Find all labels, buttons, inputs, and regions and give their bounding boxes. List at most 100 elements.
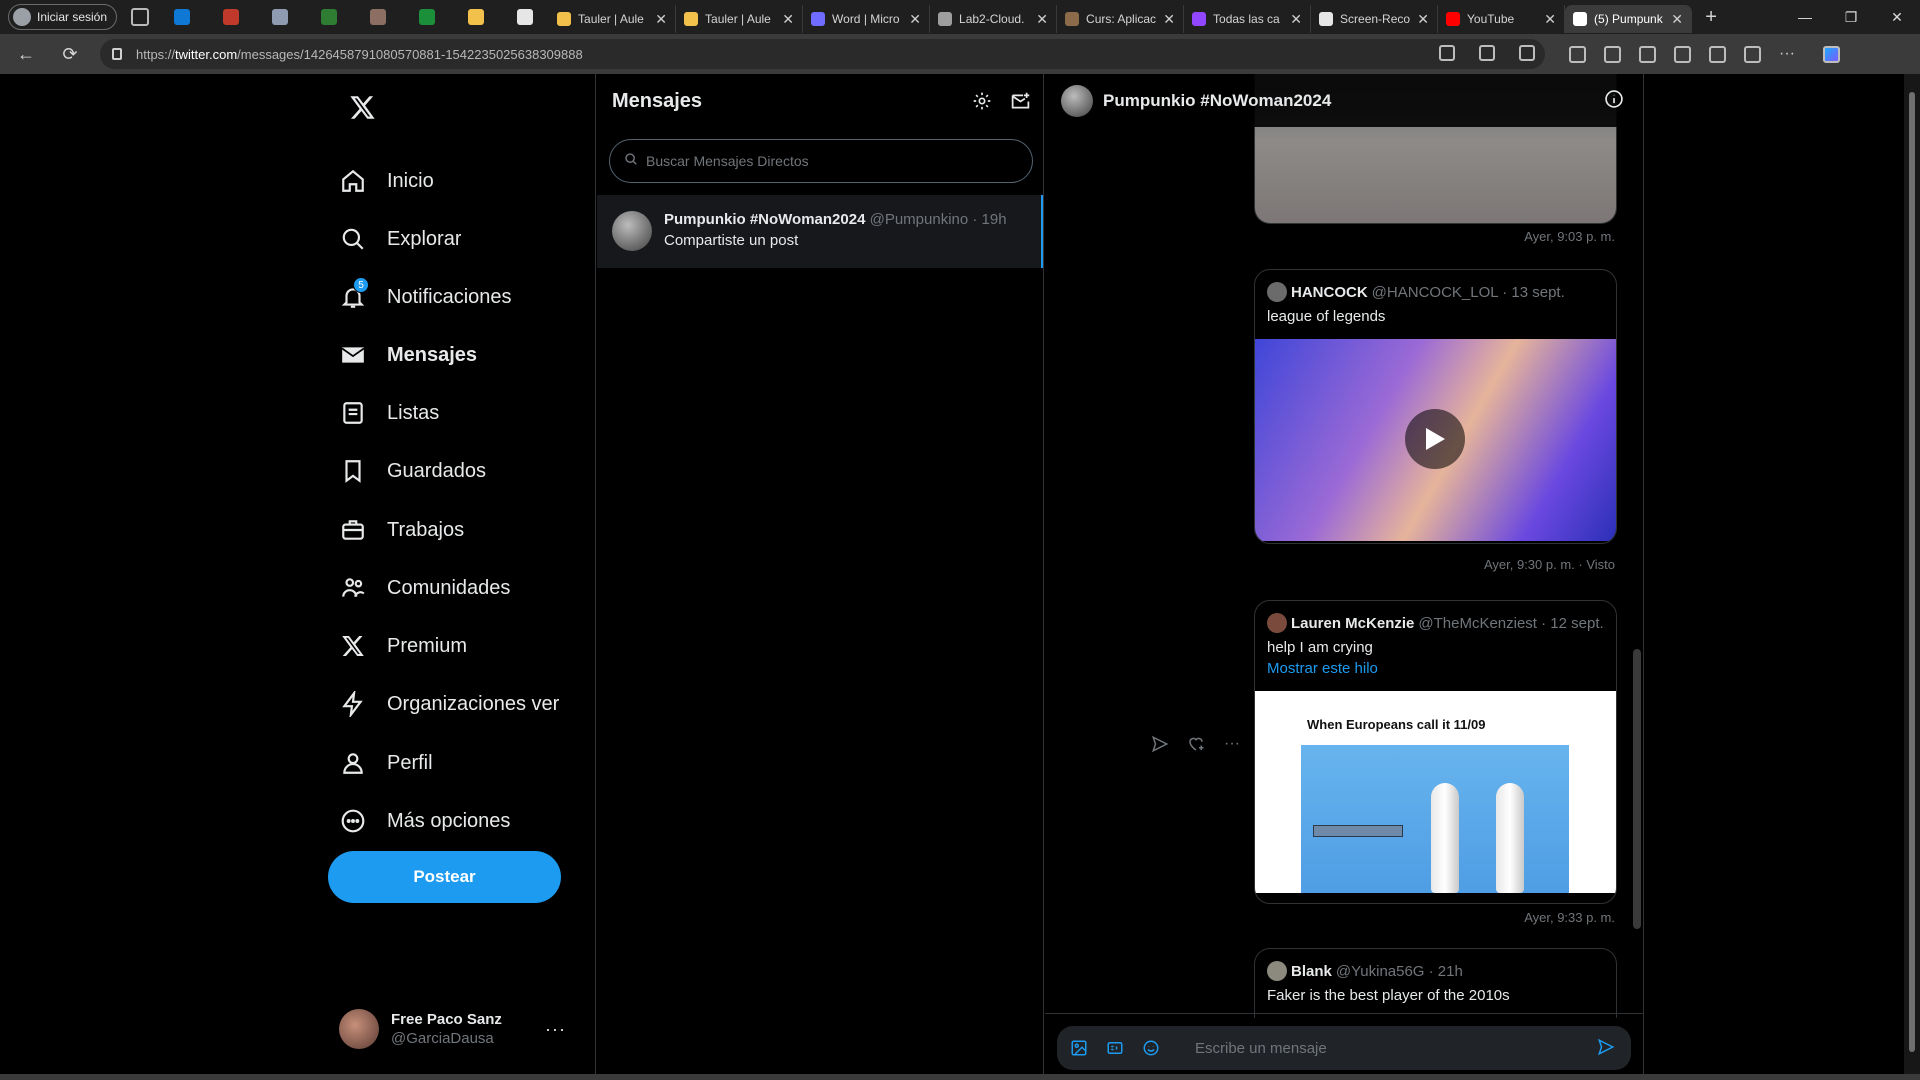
- close-tab-icon[interactable]: ✕: [1417, 11, 1429, 28]
- post-text: help I am crying: [1267, 639, 1373, 656]
- nav-label: Organizaciones ver: [387, 692, 560, 715]
- tab-favicon-icon: [811, 12, 826, 26]
- close-tab-icon[interactable]: ✕: [1036, 11, 1048, 28]
- send-icon[interactable]: [1597, 1038, 1617, 1058]
- close-tab-icon[interactable]: ✕: [1544, 11, 1556, 28]
- nav-item-notificaciones[interactable]: 5 Notificaciones: [326, 272, 576, 322]
- shared-post-card[interactable]: HANCOCK @HANCOCK_LOL · 13 sept. league of…: [1254, 269, 1617, 544]
- collections-icon[interactable]: [1709, 45, 1726, 63]
- nav-item-trabajos[interactable]: Trabajos: [326, 505, 576, 555]
- shared-post-card[interactable]: Lauren McKenzie @TheMcKenziest · 12 sept.…: [1254, 600, 1617, 904]
- browser-tab[interactable]: Lab2-Cloud. ✕: [930, 5, 1058, 33]
- pinned-tab[interactable]: [402, 0, 451, 34]
- performance-icon[interactable]: [1744, 45, 1761, 63]
- restore-icon[interactable]: ❐: [1828, 0, 1874, 34]
- read-aloud-icon[interactable]: [1479, 45, 1495, 61]
- nav-label: Premium: [387, 634, 468, 657]
- browser-toolbar: ← ⟳ https://twitter.com/messages/1426458…: [0, 34, 1920, 74]
- copilot-icon[interactable]: [1822, 45, 1840, 63]
- tab-favicon-icon: [1192, 12, 1207, 26]
- close-tab-icon[interactable]: ✕: [655, 11, 667, 28]
- post-author-name: HANCOCK: [1291, 283, 1368, 301]
- new-message-icon[interactable]: [1009, 90, 1031, 112]
- nav-item-inicio[interactable]: Inicio: [326, 156, 576, 206]
- nav-item-mas-opciones[interactable]: Más opciones: [326, 796, 576, 846]
- share-icon[interactable]: [1150, 734, 1170, 754]
- page-scrollbar[interactable]: [1904, 74, 1920, 1074]
- browser-tab[interactable]: Screen-Reco ✕: [1311, 5, 1439, 33]
- gear-icon[interactable]: [971, 90, 993, 112]
- browser-menu-icon[interactable]: ···: [1779, 46, 1795, 62]
- browser-tab[interactable]: Todas las ca ✕: [1184, 5, 1312, 33]
- play-icon[interactable]: [1405, 409, 1465, 469]
- video-thumbnail[interactable]: [1255, 339, 1616, 541]
- app-install-icon[interactable]: [1439, 45, 1455, 61]
- shared-post-card[interactable]: Blank @Yukina56G · 21h Faker is the best …: [1254, 948, 1617, 1018]
- show-thread-link[interactable]: Mostrar este hilo: [1255, 656, 1616, 677]
- browser-tab[interactable]: YouTube ✕: [1438, 5, 1566, 33]
- extensions-icon[interactable]: [1604, 45, 1621, 63]
- account-switcher[interactable]: Free Paco Sanz @GarciaDausa ···: [326, 997, 576, 1061]
- close-tab-icon[interactable]: ✕: [1163, 11, 1175, 28]
- minimize-icon[interactable]: —: [1782, 0, 1828, 34]
- pinned-tab[interactable]: [451, 0, 500, 34]
- image-plane: [1431, 783, 1459, 893]
- close-window-icon[interactable]: ✕: [1874, 0, 1920, 34]
- back-button[interactable]: ←: [8, 38, 44, 70]
- close-tab-icon[interactable]: ✕: [909, 11, 921, 28]
- pinned-tab[interactable]: [353, 0, 402, 34]
- nav-item-perfil[interactable]: Perfil: [326, 738, 576, 788]
- conversation-item[interactable]: Pumpunkio #NoWoman2024 @Pumpunkino · 19h…: [597, 195, 1043, 268]
- new-tab-button[interactable]: +: [1696, 6, 1726, 29]
- more-dots-icon[interactable]: ···: [1222, 734, 1242, 754]
- refresh-button[interactable]: ⟳: [52, 38, 88, 70]
- post-text: Faker is the best player of the 2010s: [1267, 987, 1510, 1004]
- nav-item-comunidades[interactable]: Comunidades: [326, 563, 576, 613]
- close-tab-icon[interactable]: ✕: [1290, 11, 1302, 28]
- pinned-tab[interactable]: [206, 0, 255, 34]
- x-logo-icon[interactable]: [339, 84, 385, 130]
- avatar: [1267, 613, 1287, 633]
- conversation-scrollbar[interactable]: [1633, 649, 1641, 929]
- favorite-star-icon[interactable]: [1519, 45, 1535, 61]
- more-dots-icon[interactable]: ···: [545, 1019, 566, 1040]
- pinned-tab[interactable]: [500, 0, 549, 34]
- favorites-icon[interactable]: [1674, 45, 1691, 63]
- close-tab-icon[interactable]: ✕: [1671, 11, 1683, 28]
- message-input[interactable]: [1195, 1039, 1595, 1057]
- avatar: [612, 211, 652, 251]
- split-screen-icon[interactable]: [1639, 45, 1656, 63]
- pinned-tab[interactable]: [304, 0, 353, 34]
- browser-tab[interactable]: Word | Micro ✕: [803, 5, 931, 33]
- pinned-tab[interactable]: [157, 0, 206, 34]
- dm-search-box[interactable]: [609, 139, 1033, 183]
- conversation-title: Pumpunkio #NoWoman2024: [1103, 90, 1332, 110]
- address-bar[interactable]: https://twitter.com/messages/14264587910…: [100, 39, 1545, 69]
- conversation-header[interactable]: Pumpunkio #NoWoman2024: [1045, 74, 1643, 127]
- browser-tab[interactable]: Tauler | Aule ✕: [549, 5, 677, 33]
- browser-tab[interactable]: Curs: Aplicac ✕: [1057, 5, 1185, 33]
- nav-item-explorar[interactable]: Explorar: [326, 214, 576, 264]
- extension-flag-icon[interactable]: [1569, 45, 1586, 63]
- info-icon[interactable]: [1604, 89, 1626, 111]
- nav-item-premium[interactable]: Premium: [326, 621, 576, 671]
- nav-item-mensajes[interactable]: Mensajes: [326, 330, 576, 380]
- pinned-tab[interactable]: [255, 0, 304, 34]
- nav-item-organizaciones[interactable]: Organizaciones ver: [326, 679, 576, 729]
- post-image[interactable]: When Europeans call it 11/09: [1255, 691, 1616, 893]
- react-icon[interactable]: [1186, 734, 1206, 754]
- scrollbar-thumb[interactable]: [1909, 92, 1915, 1052]
- nav-item-listas[interactable]: Listas: [326, 388, 576, 438]
- browser-tab[interactable]: Tauler | Aule ✕: [676, 5, 804, 33]
- image-icon[interactable]: [1069, 1038, 1089, 1058]
- post-button[interactable]: Postear: [328, 851, 561, 903]
- close-tab-icon[interactable]: ✕: [782, 11, 794, 28]
- emoji-icon[interactable]: [1141, 1038, 1161, 1058]
- message-composer: [1057, 1026, 1631, 1070]
- browser-profile-button[interactable]: Iniciar sesión: [8, 4, 118, 30]
- workspaces-icon[interactable]: [131, 8, 150, 26]
- nav-item-guardados[interactable]: Guardados: [326, 446, 576, 496]
- browser-tab[interactable]: (5) Pumpunk ✕: [1565, 5, 1693, 33]
- dm-search-input[interactable]: [646, 153, 1006, 169]
- gif-icon[interactable]: [1105, 1038, 1125, 1058]
